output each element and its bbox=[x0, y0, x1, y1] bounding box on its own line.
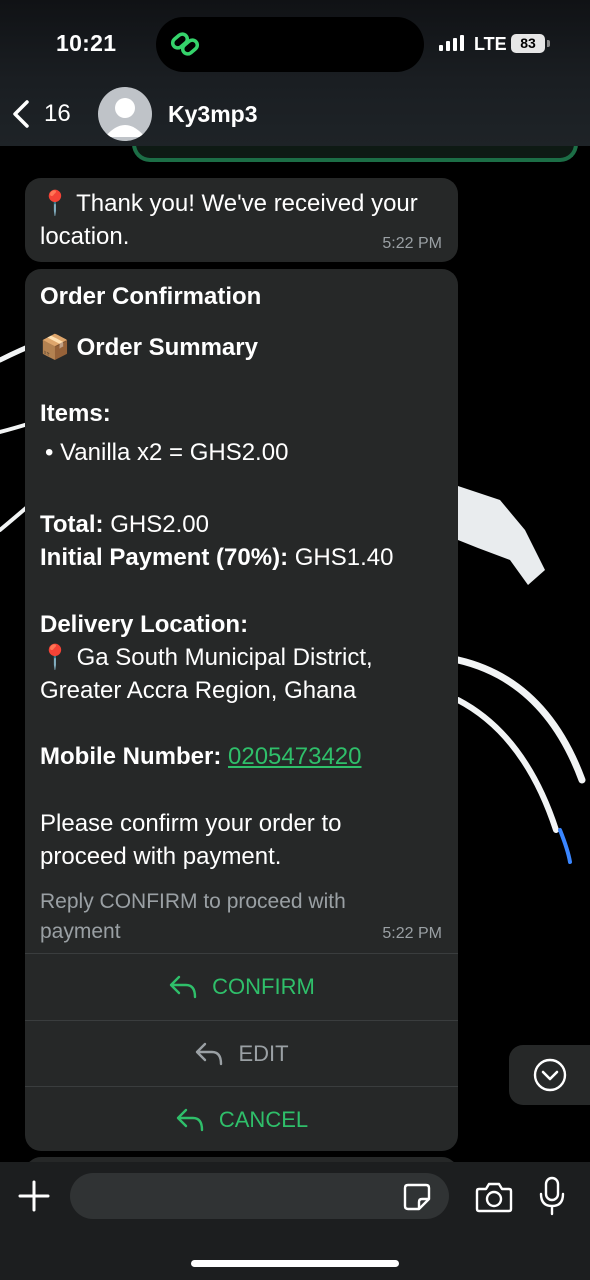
order-summary-heading: 📦 Order Summary bbox=[40, 334, 258, 361]
pin-emoji: 📍 bbox=[40, 644, 70, 671]
network-label: LTE bbox=[474, 34, 507, 54]
back-button[interactable]: 16 bbox=[10, 92, 71, 136]
back-chevron-icon bbox=[13, 100, 29, 128]
battery-nub bbox=[547, 40, 550, 47]
top-bar: 10:21 LTE 83 16 Ky3mp3 bbox=[0, 0, 590, 146]
total-line: Total: GHS2.00 bbox=[40, 511, 209, 538]
message-timestamp: 5:22 PM bbox=[382, 925, 442, 942]
dynamic-island bbox=[156, 17, 424, 72]
initial-payment-line: Initial Payment (70%): GHS1.40 bbox=[40, 544, 394, 571]
confirm-line-2: proceed with payment. bbox=[40, 843, 282, 870]
message-input-container[interactable] bbox=[70, 1173, 449, 1221]
items-label: Items: bbox=[40, 400, 111, 427]
delivery-line-2: Greater Accra Region, Ghana bbox=[40, 677, 357, 704]
chevron-down-icon bbox=[533, 1058, 567, 1092]
sticker-icon[interactable] bbox=[402, 1182, 432, 1212]
reply-arrow-icon bbox=[196, 1042, 223, 1066]
contact-name[interactable]: Ky3mp3 bbox=[168, 101, 257, 128]
message-timestamp: 5:22 PM bbox=[382, 235, 442, 252]
message-bubble-location[interactable]: 📍 Thank you! We've received your locatio… bbox=[25, 178, 458, 262]
signal-icon bbox=[439, 35, 464, 51]
pin-emoji: 📍 bbox=[40, 190, 70, 217]
avatar[interactable] bbox=[98, 87, 152, 141]
delivery-label: Delivery Location: bbox=[40, 611, 249, 638]
package-emoji: 📦 bbox=[40, 334, 70, 361]
status-time: 10:21 bbox=[56, 30, 117, 56]
reply-arrow-icon bbox=[169, 975, 197, 999]
camera-icon[interactable] bbox=[475, 1180, 513, 1214]
unread-count: 16 bbox=[44, 100, 71, 127]
island-app-icon bbox=[170, 32, 200, 56]
message-input[interactable] bbox=[88, 1173, 392, 1221]
avatar-icon bbox=[105, 98, 145, 137]
reply-arrow-icon bbox=[176, 1108, 204, 1132]
cancel-button[interactable]: CANCEL bbox=[25, 1086, 458, 1153]
edit-button[interactable]: EDIT bbox=[25, 1020, 458, 1087]
item-line: • Vanilla x2 = GHS2.00 bbox=[45, 439, 289, 466]
scroll-to-bottom-button[interactable] bbox=[509, 1045, 590, 1105]
plus-icon[interactable] bbox=[16, 1178, 52, 1214]
mic-icon[interactable] bbox=[537, 1176, 567, 1216]
confirm-line-1: Please confirm your order to bbox=[40, 810, 342, 837]
battery-icon: 83 bbox=[511, 34, 545, 53]
mobile-line: Mobile Number: 0205473420 bbox=[40, 743, 362, 770]
delivery-line-1: 📍 Ga South Municipal District, bbox=[40, 644, 373, 671]
message-footer: Reply CONFIRM to proceed with payment bbox=[40, 890, 346, 943]
phone-link[interactable]: 0205473420 bbox=[228, 743, 361, 770]
home-indicator bbox=[191, 1260, 399, 1267]
confirm-button[interactable]: CONFIRM bbox=[25, 953, 458, 1020]
message-composer bbox=[0, 1162, 590, 1280]
message-bubble-order[interactable]: Order Confirmation 📦 Order Summary Items… bbox=[25, 269, 458, 1151]
order-title: Order Confirmation bbox=[40, 283, 262, 310]
